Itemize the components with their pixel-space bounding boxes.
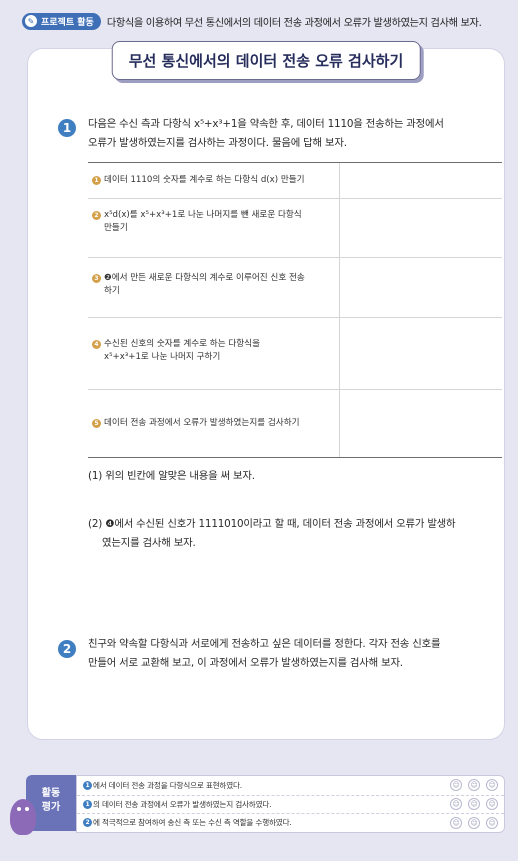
step-text-cont: x⁵+x³+1로 나눈 나머지 구하기 bbox=[104, 352, 221, 362]
answer-cell[interactable] bbox=[340, 318, 502, 389]
step-number: 2 bbox=[92, 211, 101, 220]
question-2-line1: 친구와 약속할 다항식과 서로에게 전송하고 싶은 데이터를 정한다. 각자 전… bbox=[88, 638, 441, 650]
smile-face-icon[interactable]: ☺ bbox=[450, 798, 462, 811]
evaluation-list: 1 에서 데이터 전송 과정을 다항식으로 표현하였다. ☺ ☺ ☺ 1 의 데… bbox=[76, 775, 505, 833]
badge-label: 프로젝트 활동 bbox=[41, 17, 94, 28]
sad-face-icon[interactable]: ☺ bbox=[486, 779, 498, 792]
pencil-icon: ✎ bbox=[25, 15, 37, 27]
sad-face-icon[interactable]: ☺ bbox=[486, 798, 498, 811]
table-row: 2 x⁵d(x)를 x⁵+x³+1로 나눈 나머지를 뺀 새로운 다항식 만들기 bbox=[88, 198, 502, 257]
sub-question-2: (2) ❹에서 수신된 신호가 1111010이라고 할 때, 데이터 전송 과… bbox=[88, 515, 456, 553]
neutral-face-icon[interactable]: ☺ bbox=[468, 779, 480, 792]
table-row: 4 수신된 신호의 숫자를 계수로 하는 다항식을 x⁵+x³+1로 나눈 나머… bbox=[88, 317, 502, 389]
evaluation-label-line1: 활동 bbox=[41, 788, 61, 799]
page-title: 무선 통신에서의 데이터 전송 오류 검사하기 bbox=[111, 41, 421, 80]
rating-faces: ☺ ☺ ☺ bbox=[450, 816, 504, 829]
question-1-number: 1 bbox=[58, 119, 76, 137]
evaluation-item: 1 의 데이터 전송 과정에서 오류가 발생하였는지 검사하였다. ☺ ☺ ☺ bbox=[77, 794, 504, 814]
activity-card: 무선 통신에서의 데이터 전송 오류 검사하기 1 다음은 수신 측과 다항식 … bbox=[27, 41, 505, 740]
smile-face-icon[interactable]: ☺ bbox=[450, 816, 462, 829]
smile-face-icon[interactable]: ☺ bbox=[450, 779, 462, 792]
step-text-block: x⁵d(x)를 x⁵+x³+1로 나눈 나머지를 뺀 새로운 다항식 만들기 bbox=[104, 209, 302, 235]
evaluation-text: 에 적극적으로 참여하여 송신 측 또는 수신 측 역할을 수행하였다. bbox=[93, 818, 292, 828]
step-text: 수신된 신호의 숫자를 계수로 하는 다항식을 bbox=[104, 339, 260, 349]
step-text-block: ❷에서 만든 새로운 다항식의 계수로 이루어진 신호 전송 하기 bbox=[104, 272, 305, 298]
sad-face-icon[interactable]: ☺ bbox=[486, 816, 498, 829]
sub-question-1: (1) 위의 빈칸에 알맞은 내용을 써 보자. bbox=[88, 470, 255, 482]
question-1-text: 다음은 수신 측과 다항식 x⁵+x³+1을 약속한 후, 데이터 1110을 … bbox=[88, 115, 444, 153]
activity-header: ✎ 프로젝트 활동 다항식을 이용하여 무선 통신에서의 데이터 전송 과정에서… bbox=[22, 10, 508, 32]
step-text: ❷에서 만든 새로운 다항식의 계수로 이루어진 신호 전송 bbox=[104, 273, 305, 283]
question-2-text: 친구와 약속할 다항식과 서로에게 전송하고 싶은 데이터를 정한다. 각자 전… bbox=[88, 635, 441, 673]
evaluation-item: 2 에 적극적으로 참여하여 송신 측 또는 수신 측 역할을 수행하였다. ☺… bbox=[77, 813, 504, 832]
question-1-line1: 다음은 수신 측과 다항식 x⁵+x³+1을 약속한 후, 데이터 1110을 … bbox=[88, 118, 444, 130]
table-row-label: 3 ❷에서 만든 새로운 다항식의 계수로 이루어진 신호 전송 하기 bbox=[88, 258, 340, 317]
evaluation-ref-number: 2 bbox=[83, 818, 92, 828]
evaluation-label-line2: 평가 bbox=[41, 802, 61, 813]
step-text-cont: 만들기 bbox=[104, 223, 128, 233]
process-table: 1 데이터 1110의 숫자를 계수로 하는 다항식 d(x) 만들기 2 x⁵… bbox=[88, 162, 502, 458]
activity-evaluation: 활동 평가 1 에서 데이터 전송 과정을 다항식으로 표현하였다. ☺ ☺ ☺… bbox=[10, 773, 505, 835]
step-text: x⁵d(x)를 x⁵+x³+1로 나눈 나머지를 뺀 새로운 다항식 bbox=[104, 210, 302, 220]
question-1-line2: 오류가 발생하였는지를 검사하는 과정이다. 물음에 답해 보자. bbox=[88, 137, 347, 149]
evaluation-text: 에서 데이터 전송 과정을 다항식으로 표현하였다. bbox=[93, 780, 243, 790]
answer-cell[interactable] bbox=[340, 390, 502, 457]
step-text-cont: 하기 bbox=[104, 286, 120, 296]
step-text-block: 수신된 신호의 숫자를 계수로 하는 다항식을 x⁵+x³+1로 나눈 나머지 … bbox=[104, 338, 260, 364]
rating-faces: ☺ ☺ ☺ bbox=[450, 798, 504, 811]
question-2-line2: 만들어 서로 교환해 보고, 이 과정에서 오류가 발생하였는지를 검사해 보자… bbox=[88, 657, 403, 669]
evaluation-text: 의 데이터 전송 과정에서 오류가 발생하였는지 검사하였다. bbox=[93, 799, 272, 809]
question-2-number: 2 bbox=[58, 640, 76, 658]
neutral-face-icon[interactable]: ☺ bbox=[468, 798, 480, 811]
table-row-label: 4 수신된 신호의 숫자를 계수로 하는 다항식을 x⁵+x³+1로 나눈 나머… bbox=[88, 318, 340, 389]
table-row-label: 1 데이터 1110의 숫자를 계수로 하는 다항식 d(x) 만들기 bbox=[88, 163, 340, 198]
mascot-icon bbox=[10, 799, 36, 835]
step-number: 5 bbox=[92, 419, 101, 428]
answer-cell[interactable] bbox=[340, 258, 502, 317]
activity-description: 다항식을 이용하여 무선 통신에서의 데이터 전송 과정에서 오류가 발생하였는… bbox=[106, 17, 482, 29]
step-text: 데이터 1110의 숫자를 계수로 하는 다항식 d(x) 만들기 bbox=[104, 175, 305, 185]
neutral-face-icon[interactable]: ☺ bbox=[468, 816, 480, 829]
step-number: 1 bbox=[92, 176, 101, 185]
table-row: 3 ❷에서 만든 새로운 다항식의 계수로 이루어진 신호 전송 하기 bbox=[88, 257, 502, 317]
project-activity-badge: ✎ 프로젝트 활동 bbox=[22, 12, 101, 30]
step-number: 4 bbox=[92, 340, 101, 349]
table-row: 1 데이터 1110의 숫자를 계수로 하는 다항식 d(x) 만들기 bbox=[88, 163, 502, 198]
step-number: 3 bbox=[92, 274, 101, 283]
table-row-label: 2 x⁵d(x)를 x⁵+x³+1로 나눈 나머지를 뺀 새로운 다항식 만들기 bbox=[88, 199, 340, 257]
evaluation-ref-number: 1 bbox=[83, 799, 92, 809]
step-text: 데이터 전송 과정에서 오류가 발생하였는지를 검사하기 bbox=[104, 418, 300, 428]
rating-faces: ☺ ☺ ☺ bbox=[450, 779, 504, 792]
table-row: 5 데이터 전송 과정에서 오류가 발생하였는지를 검사하기 bbox=[88, 389, 502, 457]
answer-cell[interactable] bbox=[340, 199, 502, 257]
answer-cell[interactable] bbox=[340, 163, 502, 198]
sub-question-2-line1: (2) ❹에서 수신된 신호가 1111010이라고 할 때, 데이터 전송 과… bbox=[88, 518, 456, 530]
evaluation-ref-number: 1 bbox=[83, 780, 92, 790]
table-row-label: 5 데이터 전송 과정에서 오류가 발생하였는지를 검사하기 bbox=[88, 390, 340, 457]
sub-question-2-line2: 였는지를 검사해 보자. bbox=[102, 537, 196, 549]
evaluation-item: 1 에서 데이터 전송 과정을 다항식으로 표현하였다. ☺ ☺ ☺ bbox=[77, 776, 504, 795]
